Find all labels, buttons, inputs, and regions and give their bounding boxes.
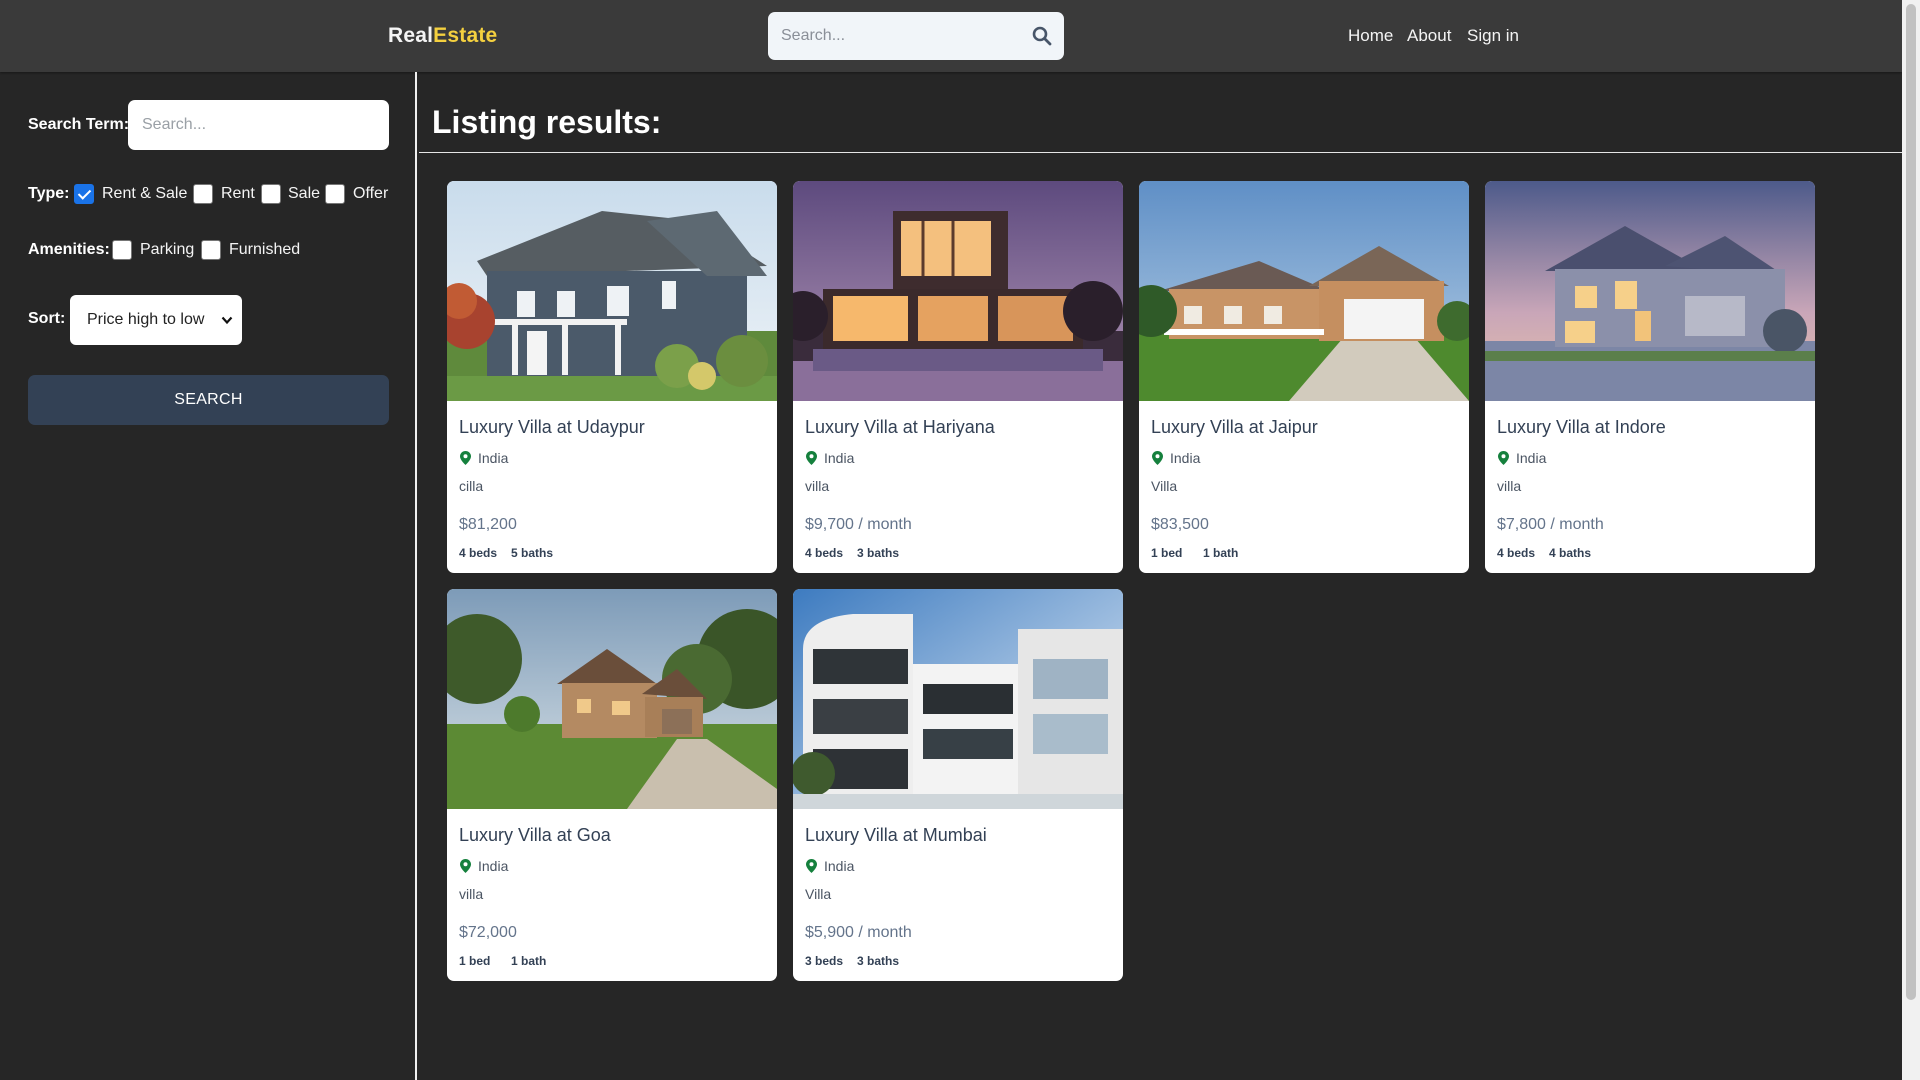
top-header: RealEstate Home About Sign in	[0, 0, 1902, 72]
location-pin-icon	[1498, 451, 1509, 465]
title-divider	[419, 152, 1902, 153]
listing-price: $83,500	[1151, 516, 1209, 533]
listing-title[interactable]: Luxury Villa at Jaipur	[1151, 417, 1318, 438]
offer-checkbox[interactable]	[325, 184, 345, 204]
logo-text-estate: Estate	[433, 24, 498, 47]
listing-location: India	[478, 450, 509, 466]
location-pin-icon	[460, 859, 471, 873]
listing-price: $81,200	[459, 516, 517, 533]
listing-price: $5,900 / month	[805, 924, 912, 941]
listing-title[interactable]: Luxury Villa at Udaypur	[459, 417, 645, 438]
listing-description: villa	[459, 886, 484, 902]
listing-title[interactable]: Luxury Villa at Indore	[1497, 417, 1666, 438]
listing-location: India	[824, 858, 855, 874]
scrollbar-thumb[interactable]	[1906, 4, 1916, 1000]
listing-baths: 5 baths	[511, 546, 554, 560]
listing-beds: 3 beds	[805, 954, 844, 968]
rent-and-sale-checkbox[interactable]	[74, 184, 94, 204]
rent-and-sale-label: Rent & Sale	[102, 185, 188, 202]
listing-photo[interactable]	[793, 589, 1123, 809]
listing-photo[interactable]	[447, 181, 777, 401]
listing-description: villa	[805, 478, 830, 494]
listing-card[interactable]: Luxury Villa at Indore India villa $7,80…	[1485, 181, 1815, 573]
listing-description: Villa	[1151, 478, 1178, 494]
listing-location: India	[824, 450, 855, 466]
listing-baths: 3 baths	[857, 546, 900, 560]
location-pin-icon	[460, 451, 471, 465]
nav-signin-link[interactable]: Sign in	[1467, 26, 1519, 46]
listing-description: villa	[1497, 478, 1522, 494]
listing-beds: 1 bed	[459, 954, 491, 968]
listing-title[interactable]: Luxury Villa at Goa	[459, 825, 611, 846]
page-title: Listing results:	[432, 104, 662, 140]
sale-checkbox[interactable]	[261, 184, 281, 204]
page-scrollbar[interactable]	[1902, 0, 1920, 1080]
listing-beds: 4 beds	[1497, 546, 1536, 560]
search-term-input[interactable]	[128, 100, 389, 150]
type-label: Type:	[28, 185, 70, 202]
listing-price: $7,800 / month	[1497, 516, 1604, 533]
listing-card[interactable]: Luxury Villa at Mumbai India Villa $5,90…	[793, 589, 1123, 981]
listing-location: India	[478, 858, 509, 874]
listing-title[interactable]: Luxury Villa at Hariyana	[805, 417, 995, 438]
header-search-box	[768, 12, 1064, 60]
listing-baths: 3 baths	[857, 954, 900, 968]
listing-baths: 1 bath	[511, 954, 547, 968]
search-button[interactable]: SEARCH	[28, 375, 389, 425]
sort-selected-value: Price high to low	[87, 311, 205, 328]
listing-photo[interactable]	[793, 181, 1123, 401]
filter-sidebar: Search Term: Type: Rent & Sale Rent Sale…	[0, 72, 417, 1080]
search-term-label: Search Term:	[28, 116, 130, 133]
sort-label: Sort:	[28, 310, 66, 327]
listing-baths: 1 bath	[1203, 546, 1239, 560]
search-icon[interactable]	[1032, 26, 1052, 46]
nav-home-link[interactable]: Home	[1348, 26, 1393, 46]
listing-title[interactable]: Luxury Villa at Mumbai	[805, 825, 987, 846]
amenities-label: Amenities:	[28, 241, 110, 258]
sort-select[interactable]: Price high to low	[70, 295, 242, 345]
listing-card[interactable]: Luxury Villa at Goa India villa $72,000 …	[447, 589, 777, 981]
listing-description: cilla	[459, 478, 484, 494]
header-search-input[interactable]	[768, 12, 1018, 60]
listing-price: $9,700 / month	[805, 516, 912, 533]
listing-card[interactable]: Luxury Villa at Jaipur India Villa $83,5…	[1139, 181, 1469, 573]
sale-label: Sale	[288, 185, 321, 202]
location-pin-icon	[806, 859, 817, 873]
furnished-label: Furnished	[229, 241, 301, 258]
logo-text-real: Real	[388, 24, 434, 47]
location-pin-icon	[1152, 451, 1163, 465]
location-pin-icon	[806, 451, 817, 465]
listing-photo[interactable]	[447, 589, 777, 809]
listing-description: Villa	[805, 886, 832, 902]
site-logo[interactable]: RealEstate	[388, 24, 497, 48]
rent-label: Rent	[221, 185, 255, 202]
listing-photo[interactable]	[1139, 181, 1469, 401]
listing-card[interactable]: Luxury Villa at Udaypur India cilla $81,…	[447, 181, 777, 573]
chevron-down-icon	[221, 316, 233, 325]
rent-checkbox[interactable]	[193, 184, 213, 204]
listing-beds: 4 beds	[459, 546, 498, 560]
listing-card[interactable]: Luxury Villa at Hariyana India villa $9,…	[793, 181, 1123, 573]
listing-photo[interactable]	[1485, 181, 1815, 401]
listing-beds: 1 bed	[1151, 546, 1183, 560]
listing-location: India	[1170, 450, 1201, 466]
listing-price: $72,000	[459, 924, 517, 941]
nav-about-link[interactable]: About	[1407, 26, 1451, 46]
listing-location: India	[1516, 450, 1547, 466]
furnished-checkbox[interactable]	[201, 240, 221, 260]
offer-label: Offer	[353, 185, 389, 202]
listing-beds: 4 beds	[805, 546, 844, 560]
listing-baths: 4 baths	[1549, 546, 1592, 560]
parking-label: Parking	[140, 241, 195, 258]
parking-checkbox[interactable]	[112, 240, 132, 260]
